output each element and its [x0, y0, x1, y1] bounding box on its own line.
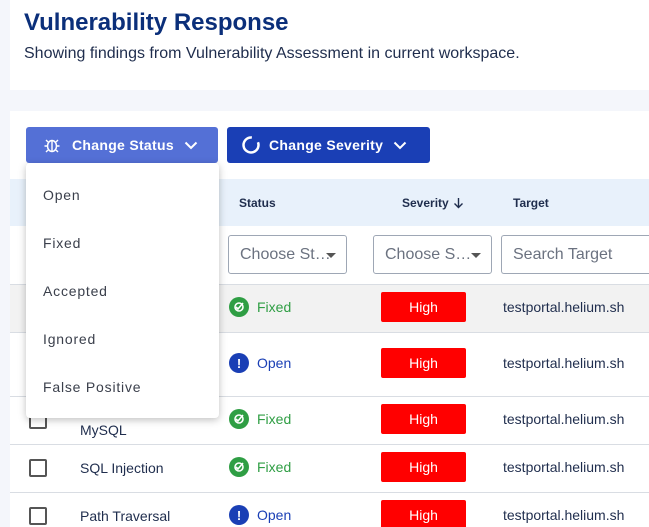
status-label: Fixed: [257, 299, 292, 315]
column-header-severity-label: Severity: [402, 196, 449, 210]
status-filter-placeholder: Choose St…: [240, 245, 331, 263]
severity-badge: High: [381, 404, 466, 434]
finding-name: SQL Injection: [80, 460, 164, 476]
status-cell: ! Open: [229, 505, 291, 525]
menu-item-open[interactable]: Open: [43, 187, 80, 203]
page-subtitle: Showing findings from Vulnerability Asse…: [24, 45, 520, 62]
fixed-check-icon: [229, 297, 249, 317]
target-cell: testportal.helium.sh: [503, 411, 625, 427]
change-status-label: Change Status: [72, 137, 174, 153]
finding-name: MySQL: [80, 422, 127, 438]
status-filter-select[interactable]: Choose St…: [228, 235, 347, 274]
change-severity-label: Change Severity: [269, 137, 384, 153]
column-header-status[interactable]: Status: [239, 196, 276, 210]
status-cell: Fixed: [229, 297, 291, 317]
column-header-severity[interactable]: Severity: [402, 196, 464, 210]
caret-down-icon: [471, 253, 481, 258]
bug-icon: [42, 135, 62, 155]
column-header-target[interactable]: Target: [513, 196, 549, 210]
severity-badge: High: [381, 500, 466, 527]
target-cell: testportal.helium.sh: [503, 507, 625, 523]
change-status-menu: Open Fixed Accepted Ignored False Positi…: [26, 163, 219, 418]
menu-item-false-positive[interactable]: False Positive: [43, 379, 141, 395]
target-cell: testportal.helium.sh: [503, 459, 625, 475]
circle-progress-icon: [241, 135, 261, 155]
target-search-input[interactable]: Search Target: [501, 235, 649, 274]
status-label: Open: [257, 355, 292, 371]
chevron-down-icon: [393, 140, 407, 150]
menu-item-accepted[interactable]: Accepted: [43, 283, 108, 299]
fixed-check-icon: [229, 457, 249, 477]
exclamation-icon: !: [229, 505, 249, 525]
status-label: Fixed: [257, 411, 292, 427]
severity-filter-placeholder: Choose S…: [385, 245, 472, 263]
chevron-down-icon: [184, 140, 198, 150]
severity-badge: High: [381, 348, 466, 378]
status-cell: ! Open: [229, 353, 291, 373]
severity-badge: High: [381, 452, 466, 482]
status-label: Fixed: [257, 459, 292, 475]
status-label: Open: [257, 507, 292, 523]
change-severity-button[interactable]: Change Severity: [227, 127, 430, 163]
exclamation-icon: !: [229, 353, 249, 373]
target-cell: testportal.helium.sh: [503, 355, 625, 371]
page-title: Vulnerability Response: [24, 9, 289, 36]
status-cell: Fixed: [229, 457, 291, 477]
row-checkbox[interactable]: [29, 507, 47, 525]
arrow-down-icon: [453, 198, 463, 209]
row-checkbox[interactable]: [29, 459, 47, 477]
caret-down-icon: [326, 253, 336, 258]
target-cell: testportal.helium.sh: [503, 299, 625, 315]
target-search-placeholder: Search Target: [513, 245, 613, 263]
menu-item-ignored[interactable]: Ignored: [43, 331, 96, 347]
status-cell: Fixed: [229, 409, 291, 429]
fixed-check-icon: [229, 409, 249, 429]
severity-badge: High: [381, 292, 466, 322]
change-status-button[interactable]: Change Status: [26, 127, 218, 163]
menu-item-fixed[interactable]: Fixed: [43, 235, 81, 251]
severity-filter-select[interactable]: Choose S…: [373, 235, 492, 274]
finding-name: Path Traversal: [80, 508, 171, 524]
